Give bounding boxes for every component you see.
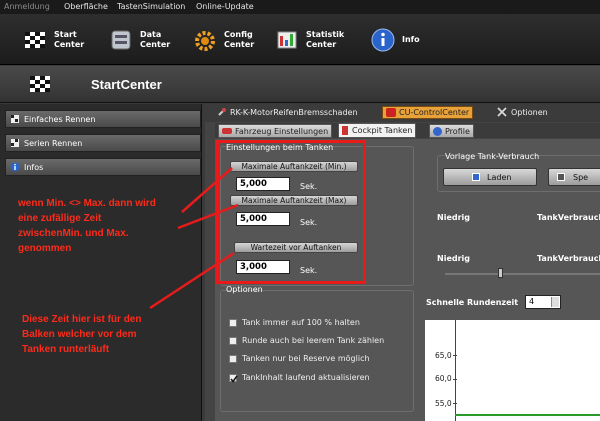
annotation-note-countdown: Diese Zeit hier ist für den Balken welch…: [22, 314, 142, 355]
annotation-arrow-3: [149, 251, 235, 310]
annotation-note-random-time: wenn Min. <> Max. dann wird eine zufälli…: [18, 198, 156, 254]
annotation-arrow-1: [181, 167, 233, 213]
